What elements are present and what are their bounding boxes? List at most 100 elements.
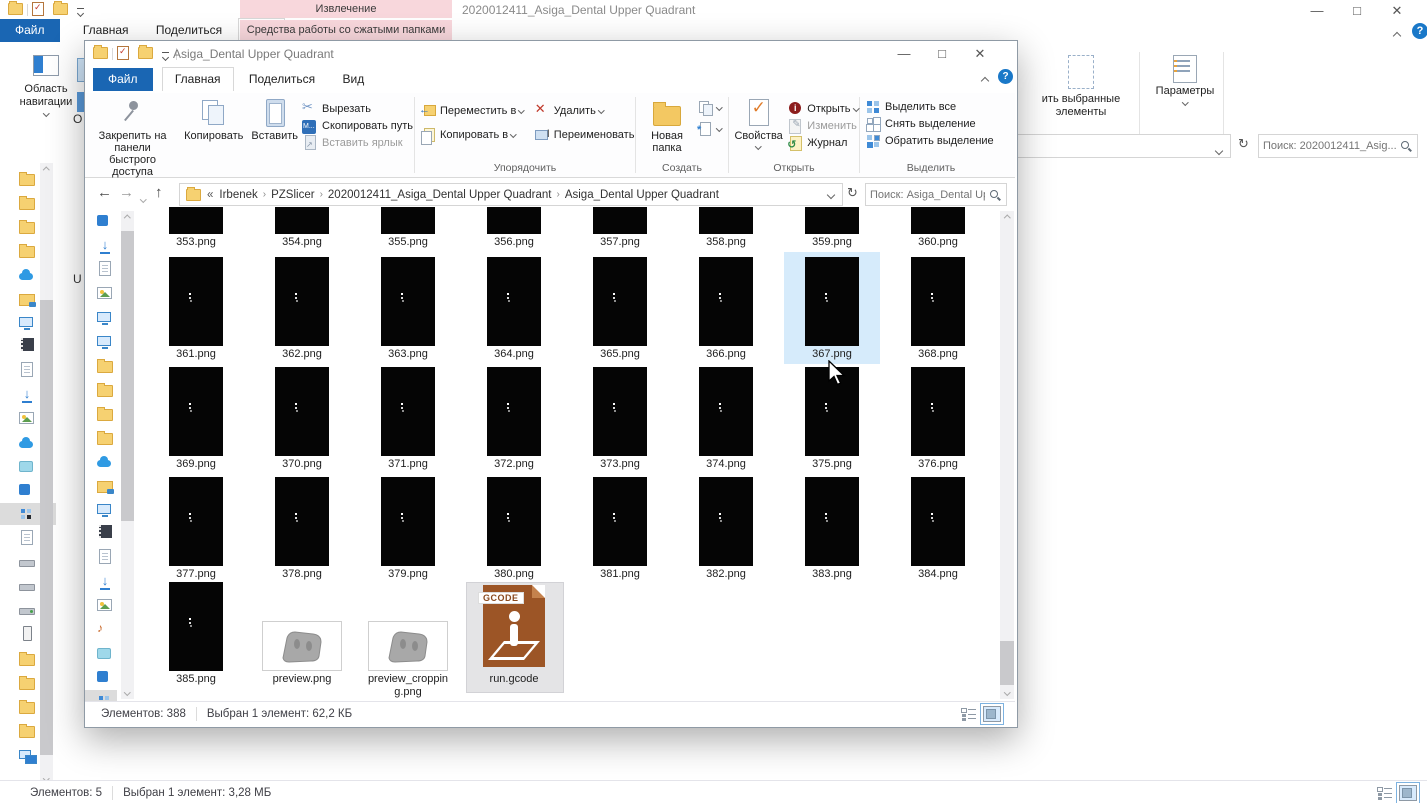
bg-address-bar-fragment[interactable] <box>1016 134 1231 158</box>
file-label[interactable]: 385.png <box>148 673 244 685</box>
file-label[interactable]: 377.png <box>148 568 244 580</box>
desktop-icon[interactable] <box>19 294 35 306</box>
file-label[interactable]: 359.png <box>784 236 880 248</box>
folder-icon[interactable] <box>19 726 35 738</box>
file-thumbnail[interactable] <box>805 367 859 456</box>
search-input[interactable] <box>1259 138 1400 154</box>
folder-icon[interactable] <box>53 3 68 15</box>
file-label[interactable]: 374.png <box>678 458 774 470</box>
file-label[interactable]: 384.png <box>890 568 986 580</box>
file-thumbnail[interactable] <box>911 207 965 234</box>
file-label[interactable]: 369.png <box>148 458 244 470</box>
file-thumbnail[interactable] <box>699 367 753 456</box>
refresh-icon[interactable]: ↻ <box>1238 136 1249 152</box>
file-thumbnail[interactable] <box>699 207 753 234</box>
files-scrollbar-thumb[interactable] <box>1000 641 1014 685</box>
pic-icon[interactable] <box>19 412 34 424</box>
file-label[interactable]: 381.png <box>572 568 668 580</box>
cloud-icon[interactable] <box>19 273 33 280</box>
file-thumbnail[interactable] <box>593 477 647 566</box>
file-thumbnail[interactable] <box>381 207 435 234</box>
file-label[interactable]: 375.png <box>784 458 880 470</box>
folder-icon[interactable] <box>19 654 35 666</box>
close-button[interactable]: ✕ <box>1390 3 1404 19</box>
file-thumbnail[interactable] <box>381 477 435 566</box>
file-label[interactable]: 368.png <box>890 348 986 360</box>
options-button[interactable]: Параметры <box>1146 50 1224 108</box>
file-label[interactable]: 372.png <box>466 458 562 470</box>
bg-search-box[interactable] <box>1258 134 1418 158</box>
file-thumbnail[interactable] <box>262 621 342 671</box>
file-label[interactable]: g.png <box>360 686 456 698</box>
file-thumbnail[interactable] <box>275 207 329 234</box>
scroll-down-icon[interactable] <box>1000 685 1014 699</box>
bg-contextual-tab[interactable]: Средства работы со сжатыми папками <box>240 20 452 40</box>
file-label[interactable]: preview.png <box>254 673 350 685</box>
file-thumbnail[interactable] <box>699 477 753 566</box>
check-properties-icon[interactable] <box>32 2 44 16</box>
file-label[interactable]: 354.png <box>254 236 350 248</box>
net-icon[interactable] <box>19 750 31 759</box>
tab-file[interactable]: Файл <box>0 19 60 42</box>
file-thumbnail[interactable] <box>169 582 223 671</box>
file-thumbnail[interactable] <box>805 207 859 234</box>
thumbnail-view-icon[interactable] <box>1399 785 1417 801</box>
qat-customize-icon[interactable] <box>77 6 85 16</box>
file-label[interactable]: 353.png <box>148 236 244 248</box>
file-label[interactable]: 360.png <box>890 236 986 248</box>
tab-share[interactable]: Поделиться <box>144 19 234 42</box>
file-label[interactable]: 379.png <box>360 568 456 580</box>
scroll-up-icon[interactable] <box>1000 211 1014 225</box>
gcode-file-icon[interactable]: GCODE <box>483 585 545 667</box>
file-thumbnail[interactable] <box>169 207 223 234</box>
file-label[interactable]: 376.png <box>890 458 986 470</box>
grid-icon[interactable] <box>19 508 35 524</box>
minimize-button[interactable]: — <box>1310 3 1324 19</box>
file-label[interactable]: 355.png <box>360 236 456 248</box>
file-thumbnail[interactable] <box>699 257 753 346</box>
file-label[interactable]: 380.png <box>466 568 562 580</box>
file-thumbnail[interactable] <box>593 257 647 346</box>
scroll-up-icon[interactable] <box>40 163 53 177</box>
file-thumbnail[interactable] <box>275 257 329 346</box>
folder-icon[interactable] <box>19 198 35 210</box>
monitor-icon[interactable] <box>19 317 33 327</box>
thumbnail-view-icon[interactable] <box>983 706 1001 722</box>
file-thumbnail[interactable] <box>487 257 541 346</box>
blue-icon[interactable] <box>19 484 30 495</box>
file-thumbnail[interactable] <box>805 257 859 346</box>
help-icon[interactable]: ? <box>1412 23 1427 39</box>
doc-icon[interactable] <box>21 362 33 377</box>
file-thumbnail[interactable] <box>487 367 541 456</box>
download-icon[interactable] <box>19 386 35 402</box>
details-view-icon[interactable] <box>1377 786 1393 800</box>
file-thumbnail[interactable] <box>368 621 448 671</box>
file-label[interactable]: 373.png <box>572 458 668 470</box>
file-label[interactable]: 365.png <box>572 348 668 360</box>
folder-icon[interactable] <box>19 702 35 714</box>
file-label[interactable]: 383.png <box>784 568 880 580</box>
files-scrollbar[interactable] <box>1000 225 1014 685</box>
file-thumbnail[interactable] <box>911 257 965 346</box>
driveg-icon[interactable] <box>19 608 35 615</box>
drive-icon[interactable] <box>19 584 35 591</box>
search-icon[interactable] <box>1400 140 1412 152</box>
details-view-icon[interactable] <box>961 707 977 721</box>
file-label[interactable]: 364.png <box>466 348 562 360</box>
file-label[interactable]: preview_croppin <box>360 673 456 685</box>
file-thumbnail[interactable] <box>593 367 647 456</box>
phone-icon[interactable] <box>23 626 32 641</box>
folder-icon[interactable] <box>19 222 35 234</box>
file-label[interactable]: 357.png <box>572 236 668 248</box>
address-dropdown-icon[interactable] <box>1216 143 1222 157</box>
file-thumbnail[interactable] <box>275 477 329 566</box>
file-thumbnail[interactable] <box>381 367 435 456</box>
file-thumbnail[interactable] <box>381 257 435 346</box>
file-label[interactable]: 370.png <box>254 458 350 470</box>
file-label[interactable]: 371.png <box>360 458 456 470</box>
file-thumbnail[interactable] <box>169 477 223 566</box>
file-label[interactable]: 362.png <box>254 348 350 360</box>
ribbon-collapse-icon[interactable] <box>1394 28 1400 42</box>
extract-selected-button[interactable]: ить выбранные элементы <box>1022 50 1140 122</box>
tab-home[interactable]: Главная <box>71 19 141 42</box>
